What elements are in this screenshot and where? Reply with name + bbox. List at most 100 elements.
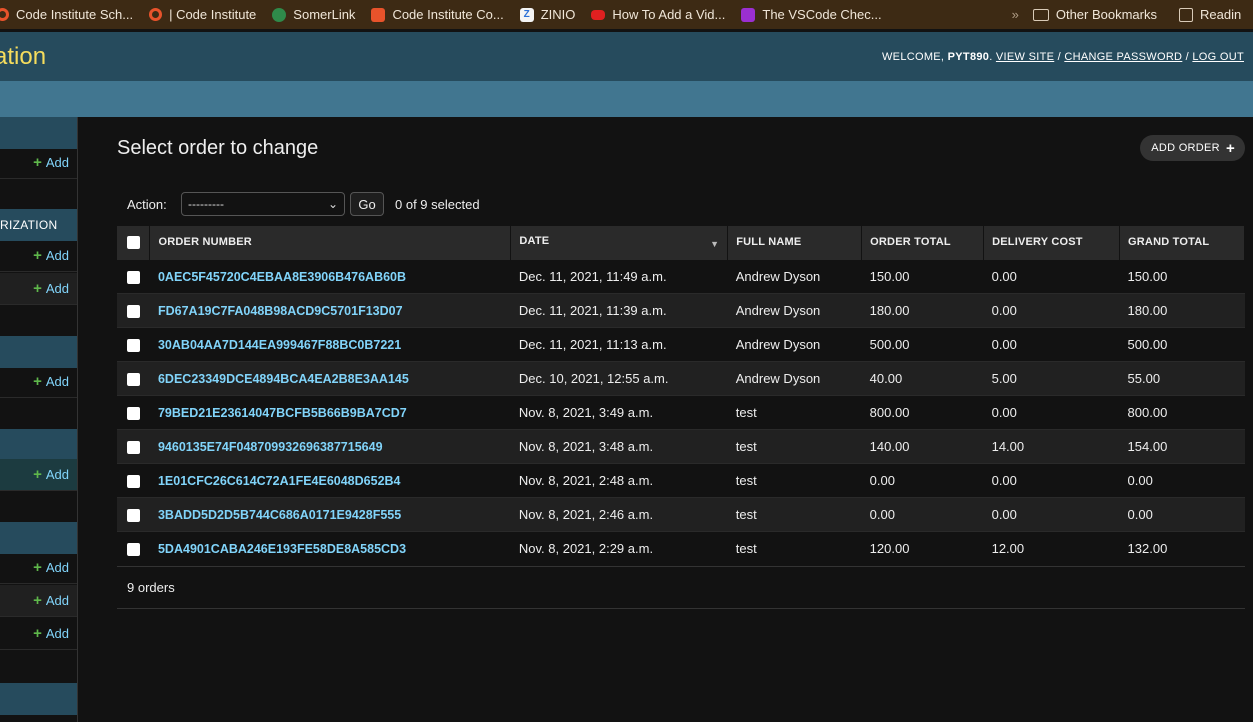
row-checkbox-cell bbox=[117, 292, 150, 327]
go-button[interactable]: Go bbox=[350, 192, 384, 216]
bookmark-zinio[interactable]: Z ZINIO bbox=[519, 0, 584, 29]
breadcrumbs-bar bbox=[0, 81, 1253, 117]
row-checkbox[interactable] bbox=[127, 406, 140, 420]
sidebar-add-link[interactable]: + Add bbox=[0, 147, 77, 179]
order-number-cell: 5DA4901CABA246E193FE58DE8A585CD3 bbox=[149, 530, 511, 565]
bookmark-code-institute[interactable]: | Code Institute bbox=[149, 0, 264, 29]
separator: / bbox=[1057, 50, 1061, 63]
date-cell: Dec. 11, 2021, 11:13 a.m. bbox=[510, 326, 728, 361]
sidebar-app-caption[interactable] bbox=[0, 522, 77, 554]
plus-icon: + bbox=[33, 280, 42, 297]
row-checkbox-cell bbox=[117, 530, 150, 565]
order-number-link[interactable]: 9460135E74F048709932696387715649 bbox=[158, 440, 383, 454]
order-number-link[interactable]: 0AEC5F45720C4EBAA8E3906B476AB60B bbox=[158, 270, 406, 284]
order-total-cell: 150.00 bbox=[861, 258, 984, 293]
date-cell: Nov. 8, 2021, 3:48 a.m. bbox=[510, 428, 728, 463]
row-checkbox-cell bbox=[117, 394, 150, 429]
bookmark-how-to-add-video[interactable]: How To Add a Vid... bbox=[591, 0, 733, 29]
bookmark-vscode-checklist[interactable]: The VSCode Chec... bbox=[741, 0, 889, 29]
sidebar-app-caption[interactable] bbox=[0, 336, 77, 368]
sort-descending-icon[interactable]: ▼ bbox=[710, 239, 719, 249]
bookmarks-overflow-button[interactable]: » bbox=[1012, 7, 1019, 22]
sidebar-add-link[interactable]: + Add bbox=[0, 273, 77, 305]
row-checkbox[interactable] bbox=[127, 270, 140, 284]
row-checkbox[interactable] bbox=[127, 542, 140, 556]
table-row: 6DEC23349DCE4894BCA4EA2B8E3AA145 Dec. 10,… bbox=[117, 360, 1245, 395]
column-header-delivery-cost[interactable]: DELIVERY COST bbox=[983, 226, 1121, 259]
sidebar-add-link-orders[interactable]: + Add bbox=[0, 459, 77, 491]
row-checkbox-cell bbox=[117, 258, 150, 293]
table-row: 79BED21E23614047BCFB5B66B9BA7CD7 Nov. 8, … bbox=[117, 394, 1245, 429]
row-checkbox[interactable] bbox=[127, 474, 140, 488]
row-checkbox[interactable] bbox=[127, 372, 140, 386]
app-caption-label: RIZATION bbox=[0, 218, 58, 232]
order-number-cell: 3BADD5D2D5B744C686A0171E9428F555 bbox=[149, 496, 511, 531]
grand-total-cell: 150.00 bbox=[1119, 258, 1245, 293]
bookmark-label: | Code Institute bbox=[169, 7, 257, 22]
sidebar-add-link[interactable]: + Add bbox=[0, 618, 77, 650]
add-order-button[interactable]: ADD ORDER + bbox=[1140, 135, 1245, 161]
change-password-link[interactable]: CHANGE PASSWORD bbox=[1064, 51, 1182, 63]
column-header-full-name[interactable]: FULL NAME bbox=[727, 226, 863, 259]
order-number-link[interactable]: FD67A19C7FA048B98ACD9C5701F13D07 bbox=[158, 304, 403, 318]
select-all-checkbox[interactable] bbox=[127, 235, 140, 249]
row-checkbox[interactable] bbox=[127, 440, 140, 454]
action-select[interactable]: --------- ⌄ bbox=[181, 192, 345, 216]
order-number-cell: 1E01CFC26C614C72A1FE4E6048D652B4 bbox=[149, 462, 511, 497]
action-label: Action: bbox=[127, 196, 167, 212]
table-row: FD67A19C7FA048B98ACD9C5701F13D07 Dec. 11,… bbox=[117, 292, 1245, 327]
row-checkbox-cell bbox=[117, 326, 150, 361]
view-site-link[interactable]: VIEW SITE bbox=[996, 51, 1054, 63]
column-header-label: DATE bbox=[519, 235, 550, 248]
bookmark-code-institute-school[interactable]: Code Institute Sch... bbox=[0, 0, 141, 29]
column-header-grand-total[interactable]: GRAND TOTAL bbox=[1119, 226, 1245, 259]
reading-list[interactable]: Readin bbox=[1179, 0, 1249, 29]
order-number-link[interactable]: 5DA4901CABA246E193FE58DE8A585CD3 bbox=[158, 542, 406, 556]
order-number-link[interactable]: 6DEC23349DCE4894BCA4EA2B8E3AA145 bbox=[158, 372, 409, 386]
order-number-link[interactable]: 79BED21E23614047BCFB5B66B9BA7CD7 bbox=[158, 406, 407, 420]
soundcloud-icon bbox=[371, 7, 386, 22]
full-name-cell: Andrew Dyson bbox=[727, 258, 862, 293]
order-number-link[interactable]: 1E01CFC26C614C72A1FE4E6048D652B4 bbox=[158, 474, 401, 488]
delivery-cost-cell: 12.00 bbox=[983, 530, 1120, 565]
sidebar-add-link[interactable]: + Add bbox=[0, 240, 77, 272]
row-checkbox[interactable] bbox=[127, 508, 140, 522]
sidebar-app-caption[interactable] bbox=[0, 683, 77, 715]
add-label: Add bbox=[45, 560, 69, 575]
sidebar-add-link[interactable]: + Add bbox=[0, 552, 77, 584]
column-header-order-number[interactable]: ORDER NUMBER bbox=[149, 226, 512, 259]
admin-header: ation WELCOME, PYT890. VIEW SITE / CHANG… bbox=[0, 32, 1253, 81]
delivery-cost-cell: 0.00 bbox=[983, 326, 1120, 361]
bookmark-code-institute-co[interactable]: Code Institute Co... bbox=[371, 0, 511, 29]
ring-icon bbox=[149, 8, 163, 21]
column-header-date[interactable]: DATE ▼ bbox=[510, 226, 729, 259]
site-branding[interactable]: ation bbox=[0, 43, 46, 71]
other-bookmarks[interactable]: Other Bookmarks bbox=[1032, 0, 1165, 29]
grand-total-cell: 0.00 bbox=[1119, 462, 1245, 497]
table-row: 30AB04AA7D144EA999467F88BC0B7221 Dec. 11,… bbox=[117, 326, 1245, 361]
order-total-cell: 0.00 bbox=[861, 496, 984, 531]
grand-total-cell: 132.00 bbox=[1119, 530, 1245, 565]
row-checkbox[interactable] bbox=[127, 338, 140, 352]
order-total-cell: 40.00 bbox=[861, 360, 984, 395]
sidebar-add-link[interactable]: + Add bbox=[0, 366, 77, 398]
sidebar-add-link[interactable]: + Add bbox=[0, 585, 77, 617]
add-label: Add bbox=[45, 248, 69, 263]
log-out-link[interactable]: LOG OUT bbox=[1192, 51, 1244, 63]
full-name-cell: test bbox=[727, 462, 862, 497]
sidebar-app-caption[interactable] bbox=[0, 429, 77, 461]
date-cell: Nov. 8, 2021, 2:46 a.m. bbox=[510, 496, 728, 531]
select-all-checkbox-cell bbox=[117, 226, 151, 259]
delivery-cost-cell: 0.00 bbox=[983, 394, 1120, 429]
row-checkbox-cell bbox=[117, 462, 150, 497]
bookmark-somerlink[interactable]: SomerLink bbox=[272, 0, 363, 29]
row-checkbox[interactable] bbox=[127, 304, 140, 318]
order-number-link[interactable]: 30AB04AA7D144EA999467F88BC0B7221 bbox=[158, 338, 401, 352]
sidebar-app-caption[interactable] bbox=[0, 117, 77, 149]
sidebar-app-caption-authorization[interactable]: RIZATION bbox=[0, 209, 77, 241]
order-number-link[interactable]: 3BADD5D2D5B744C686A0171E9428F555 bbox=[158, 508, 401, 522]
column-header-order-total[interactable]: ORDER TOTAL bbox=[861, 226, 985, 259]
reading-list-icon bbox=[1179, 7, 1193, 22]
order-total-cell: 120.00 bbox=[861, 530, 984, 565]
table-row: 0AEC5F45720C4EBAA8E3906B476AB60B Dec. 11,… bbox=[117, 258, 1245, 293]
